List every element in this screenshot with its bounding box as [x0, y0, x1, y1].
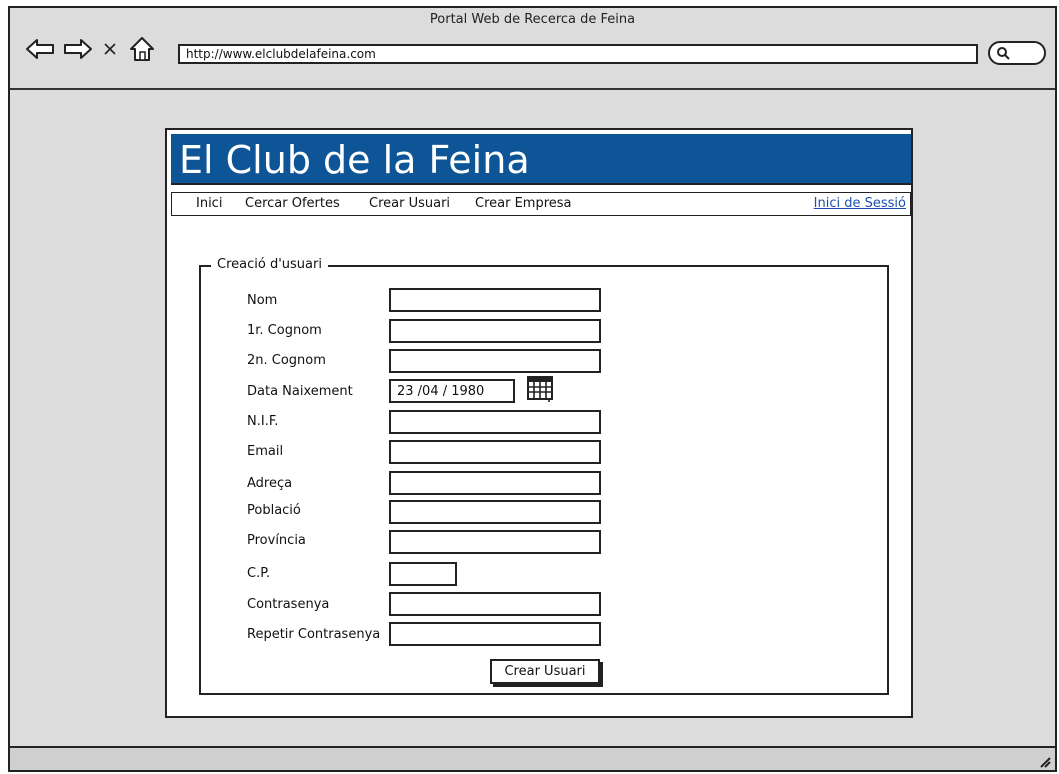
menu-item-cercar-ofertes[interactable]: Cercar Ofertes — [245, 196, 340, 211]
resize-handle-icon[interactable] — [1037, 754, 1051, 768]
url-text: http://www.elclubdelafeina.com — [186, 47, 376, 61]
web-page: El Club de la Feina Inici Cercar Ofertes… — [165, 128, 913, 718]
calendar-icon[interactable] — [527, 376, 553, 402]
home-icon[interactable] — [126, 34, 158, 64]
label-contrasenya: Contrasenya — [247, 597, 330, 612]
login-link[interactable]: Inici de Sessió — [814, 196, 906, 211]
label-repetir-contrasenya: Repetir Contrasenya — [247, 627, 381, 642]
browser-toolbar: Portal Web de Recerca de Feina http://ww… — [10, 8, 1055, 90]
first-surname-input[interactable] — [389, 319, 601, 343]
site-title: El Club de la Feina — [179, 138, 530, 182]
nom-input[interactable] — [389, 288, 601, 312]
menu-item-crear-empresa[interactable]: Crear Empresa — [475, 196, 572, 211]
forward-arrow-icon[interactable] — [62, 34, 94, 64]
label-nif: N.I.F. — [247, 414, 279, 429]
label-cp: C.P. — [247, 566, 271, 581]
back-arrow-icon[interactable] — [24, 34, 56, 64]
birth-date-input[interactable]: 23 /04 / 1980 — [389, 379, 515, 403]
main-menu: Inici Cercar Ofertes Crear Usuari Crear … — [171, 192, 911, 216]
form-legend: Creació d'usuari — [211, 257, 328, 272]
status-bar — [10, 746, 1055, 770]
search-button[interactable] — [988, 41, 1046, 65]
user-creation-form: Creació d'usuari Nom 1r. Cognom 2n. Cogn… — [199, 257, 889, 695]
site-banner: El Club de la Feina — [171, 134, 911, 185]
province-input[interactable] — [389, 530, 601, 554]
url-bar[interactable]: http://www.elclubdelafeina.com — [178, 44, 978, 64]
label-provincia: Província — [247, 533, 306, 548]
second-surname-input[interactable] — [389, 349, 601, 373]
label-poblacio: Població — [247, 503, 301, 518]
search-icon — [997, 47, 1010, 60]
create-user-button[interactable]: Crear Usuari — [490, 659, 600, 684]
label-2n-cognom: 2n. Cognom — [247, 353, 326, 368]
close-icon[interactable] — [100, 34, 120, 64]
label-adreca: Adreça — [247, 476, 293, 491]
browser-window: Portal Web de Recerca de Feina http://ww… — [8, 6, 1057, 772]
window-title: Portal Web de Recerca de Feina — [429, 12, 636, 27]
label-email: Email — [247, 444, 284, 459]
label-1r-cognom: 1r. Cognom — [247, 323, 322, 338]
nav-buttons — [24, 34, 158, 64]
nif-input[interactable] — [389, 410, 601, 434]
label-data-naixement: Data Naixement — [247, 384, 353, 399]
city-input[interactable] — [389, 500, 601, 524]
address-input[interactable] — [389, 471, 601, 495]
menu-item-crear-usuari[interactable]: Crear Usuari — [369, 196, 450, 211]
password-input[interactable] — [389, 592, 601, 616]
repeat-password-input[interactable] — [389, 622, 601, 646]
label-nom: Nom — [247, 293, 278, 308]
email-field[interactable] — [389, 440, 601, 464]
postal-code-input[interactable] — [389, 562, 457, 586]
menu-item-inici[interactable]: Inici — [196, 196, 222, 211]
